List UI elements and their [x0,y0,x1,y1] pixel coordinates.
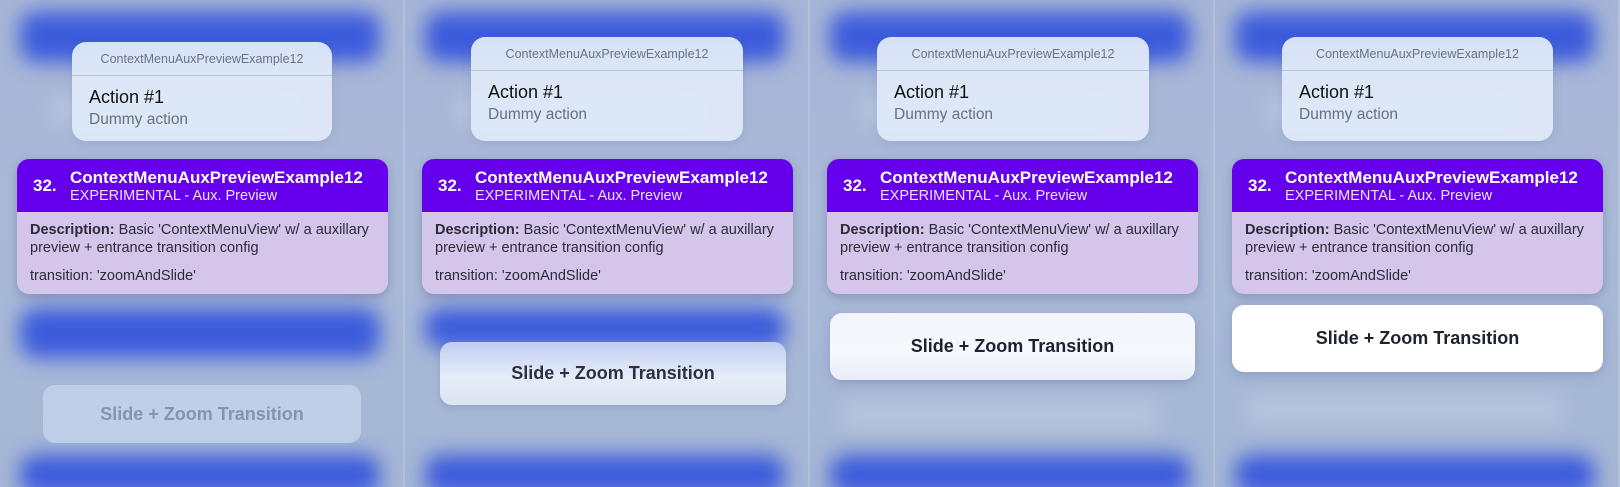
aux-preview: ContextMenuAuxPreviewExample12 Action #1… [471,37,743,141]
menu-action-item[interactable]: Action #1 Dummy action [72,76,332,140]
example-card[interactable]: 32. ContextMenuAuxPreviewExample12 EXPER… [422,159,793,294]
card-transition: transition: 'zoomAndSlide' [30,268,196,284]
card-body: Description: Basic 'ContextMenuView' w/ … [17,212,388,285]
menu-action-item[interactable]: Action #1 Dummy action [1282,71,1553,135]
card-body: Description: Basic 'ContextMenuView' w/ … [827,212,1198,285]
card-subtitle: EXPERIMENTAL - Aux. Preview [880,188,1088,204]
card-subtitle: EXPERIMENTAL - Aux. Preview [475,188,683,204]
card-body: Description: Basic 'ContextMenuView' w/ … [1232,212,1603,285]
action-title: Action #1 [1299,82,1375,102]
frame-1: ContextMenuAuxPreviewExample12 Action #1… [0,0,405,487]
menu-action-item[interactable]: Action #1 Dummy action [877,71,1149,135]
frame-4: ContextMenuAuxPreviewExample12 Action #1… [1215,0,1620,487]
blurred-header-card [425,455,785,487]
action-title: Action #1 [894,82,970,102]
card-transition: transition: 'zoomAndSlide' [840,268,1006,284]
aux-preview-title: ContextMenuAuxPreviewExample12 [471,37,743,71]
blurred-header-card [20,455,380,487]
slide-zoom-transition-button[interactable]: Slide + Zoom Transition [830,313,1195,380]
description-label: Description: [435,222,520,238]
card-title: ContextMenuAuxPreviewExample12 [475,168,768,187]
card-title: ContextMenuAuxPreviewExample12 [880,168,1173,187]
aux-preview-title: ContextMenuAuxPreviewExample12 [877,37,1149,71]
aux-preview: ContextMenuAuxPreviewExample12 Action #1… [877,37,1149,141]
example-card[interactable]: 32. ContextMenuAuxPreviewExample12 EXPER… [17,159,388,294]
slide-zoom-transition-button[interactable]: Slide + Zoom Transition [440,342,786,405]
slide-zoom-transition-button[interactable]: Slide + Zoom Transition [1232,305,1603,372]
card-description: Description: Basic 'ContextMenuView' w/ … [30,221,375,257]
card-title: ContextMenuAuxPreviewExample12 [1285,168,1578,187]
description-label: Description: [30,222,115,238]
card-transition: transition: 'zoomAndSlide' [1245,268,1411,284]
action-title: Action #1 [488,82,564,102]
description-label: Description: [840,222,925,238]
card-header: 32. ContextMenuAuxPreviewExample12 EXPER… [422,159,793,212]
blurred-row [840,400,1160,430]
card-title: ContextMenuAuxPreviewExample12 [70,168,363,187]
card-header: 32. ContextMenuAuxPreviewExample12 EXPER… [827,159,1198,212]
action-subtitle: Dummy action [894,106,994,123]
menu-action-item[interactable]: Action #1 Dummy action [471,71,743,135]
aux-preview-title: ContextMenuAuxPreviewExample12 [72,42,332,76]
card-header: 32. ContextMenuAuxPreviewExample12 EXPER… [1232,159,1603,212]
card-number: 32. [843,176,867,195]
description-label: Description: [1245,222,1330,238]
blurred-header-card [830,455,1190,487]
card-description: Description: Basic 'ContextMenuView' w/ … [840,221,1185,257]
action-subtitle: Dummy action [89,111,189,128]
example-card[interactable]: 32. ContextMenuAuxPreviewExample12 EXPER… [827,159,1198,294]
aux-preview-title: ContextMenuAuxPreviewExample12 [1282,37,1553,71]
card-description: Description: Basic 'ContextMenuView' w/ … [1245,221,1590,257]
card-number: 32. [438,176,462,195]
example-card[interactable]: 32. ContextMenuAuxPreviewExample12 EXPER… [1232,159,1603,294]
frame-3: ContextMenuAuxPreviewExample12 Action #1… [810,0,1215,487]
blurred-row [1245,395,1565,425]
aux-preview: ContextMenuAuxPreviewExample12 Action #1… [1282,37,1553,141]
card-transition: transition: 'zoomAndSlide' [435,268,601,284]
card-subtitle: EXPERIMENTAL - Aux. Preview [70,188,278,204]
card-number: 32. [1248,176,1272,195]
slide-zoom-transition-button[interactable]: Slide + Zoom Transition [43,385,361,443]
blurred-header-card [1235,455,1595,487]
card-number: 32. [33,176,57,195]
card-subtitle: EXPERIMENTAL - Aux. Preview [1285,188,1493,204]
card-description: Description: Basic 'ContextMenuView' w/ … [435,221,780,257]
frame-2: ContextMenuAuxPreviewExample12 Action #1… [405,0,810,487]
action-title: Action #1 [89,87,165,107]
action-subtitle: Dummy action [488,106,588,123]
card-body: Description: Basic 'ContextMenuView' w/ … [422,212,793,285]
action-subtitle: Dummy action [1299,106,1399,123]
card-header: 32. ContextMenuAuxPreviewExample12 EXPER… [17,159,388,212]
aux-preview: ContextMenuAuxPreviewExample12 Action #1… [72,42,332,141]
blurred-header-card [20,308,380,358]
